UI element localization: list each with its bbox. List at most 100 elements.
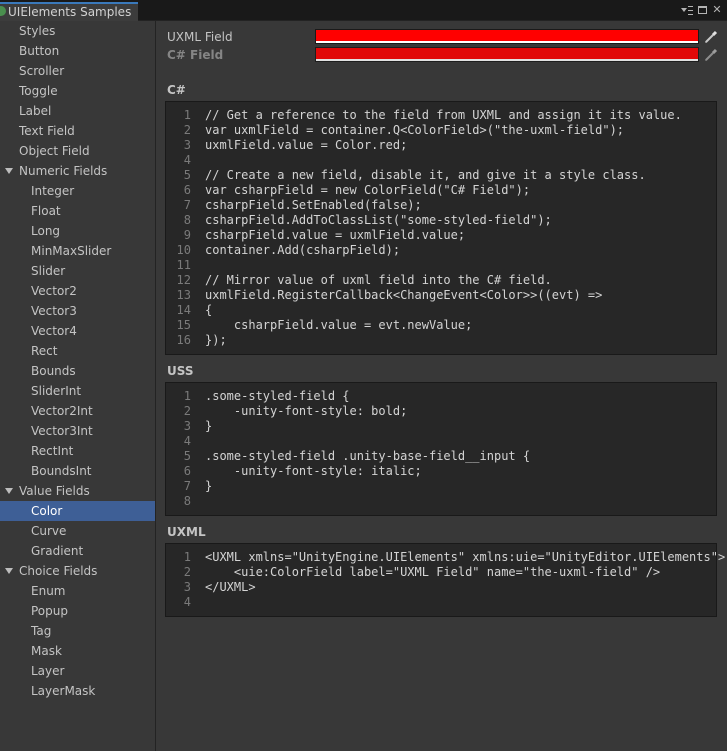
sidebar-item-integer[interactable]: Integer bbox=[0, 181, 155, 201]
sidebar-item-float[interactable]: Float bbox=[0, 201, 155, 221]
line-number: 11 bbox=[176, 258, 191, 272]
code-line: 11 bbox=[166, 258, 716, 273]
code-text: uxmlField.value = Color.red; bbox=[205, 138, 408, 152]
sidebar-item-mask[interactable]: Mask bbox=[0, 641, 155, 661]
line-number: 1 bbox=[183, 108, 191, 122]
code-line: 1 <UXML xmlns="UnityEngine.UIElements" xm… bbox=[166, 550, 725, 565]
eyedropper-icon bbox=[704, 48, 718, 62]
sidebar-item-sliderint[interactable]: SliderInt bbox=[0, 381, 155, 401]
sidebar-item-enum[interactable]: Enum bbox=[0, 581, 155, 601]
sidebar-item-label[interactable]: Label bbox=[0, 101, 155, 121]
sidebar-item-bounds[interactable]: Bounds bbox=[0, 361, 155, 381]
code-line: 3} bbox=[166, 419, 716, 434]
sidebar-item-vector3[interactable]: Vector3 bbox=[0, 301, 155, 321]
sidebar-item-label: Choice Fields bbox=[19, 564, 98, 578]
expand-caret-icon[interactable] bbox=[5, 488, 13, 494]
sidebar-item-rect[interactable]: Rect bbox=[0, 341, 155, 361]
uxml-color-swatch[interactable] bbox=[315, 29, 699, 44]
code-line: 6 -unity-font-style: italic; bbox=[166, 464, 716, 479]
code-text: <uie:ColorField label="UXML Field" name=… bbox=[205, 565, 661, 579]
code-line: 9 csharpField.value = uxmlField.value; bbox=[166, 228, 716, 243]
csharp-section-title: C# bbox=[167, 83, 186, 97]
sidebar-item-gradient[interactable]: Gradient bbox=[0, 541, 155, 561]
code-line: 3 uxmlField.value = Color.red; bbox=[166, 138, 716, 153]
sidebar-item-text-field[interactable]: Text Field bbox=[0, 121, 155, 141]
sidebar-item-vector3int[interactable]: Vector3Int bbox=[0, 421, 155, 441]
main-content: UXML Field C# Field C# 1 // Get a referen… bbox=[157, 21, 727, 751]
eyedropper-icon[interactable] bbox=[703, 29, 719, 45]
sidebar-item-label: Enum bbox=[31, 584, 66, 598]
sidebar-item-minmaxslider[interactable]: MinMaxSlider bbox=[0, 241, 155, 261]
line-number: 8 bbox=[183, 213, 191, 227]
line-number: 8 bbox=[183, 494, 191, 508]
close-icon[interactable]: ✕ bbox=[711, 3, 723, 17]
sidebar-item-rectint[interactable]: RectInt bbox=[0, 441, 155, 461]
code-text: uxmlField.RegisterCallback<ChangeEvent<C… bbox=[205, 288, 603, 302]
expand-caret-icon[interactable] bbox=[5, 568, 13, 574]
uss-code-block: 1 .some-styled-field {2 -unity-font-style… bbox=[165, 382, 717, 516]
code-line: 4 bbox=[166, 153, 716, 168]
sidebar-item-styles[interactable]: Styles bbox=[0, 21, 155, 41]
line-number: 1 bbox=[183, 389, 191, 403]
sidebar-item-slider[interactable]: Slider bbox=[0, 261, 155, 281]
menu-icon[interactable] bbox=[681, 3, 693, 17]
code-text: { bbox=[205, 303, 213, 317]
code-text: // Mirror value of uxml field into the C… bbox=[205, 273, 552, 287]
sidebar-item-label: Slider bbox=[31, 264, 66, 278]
sidebar-item-label: Object Field bbox=[19, 144, 90, 158]
sidebar-item-label: SliderInt bbox=[31, 384, 82, 398]
code-text: var csharpField = new ColorField("C# Fie… bbox=[205, 183, 531, 197]
code-text: </UXML> bbox=[205, 580, 256, 594]
sidebar-item-label: LayerMask bbox=[31, 684, 96, 698]
line-number: 7 bbox=[183, 198, 191, 212]
code-line: 12 // Mirror value of uxml field into the… bbox=[166, 273, 716, 288]
sidebar-item-label: Color bbox=[31, 504, 63, 518]
code-text: csharpField.AddToClassList("some-styled-… bbox=[205, 213, 552, 227]
uxml-code-block: 1 <UXML xmlns="UnityEngine.UIElements" xm… bbox=[165, 543, 725, 617]
sidebar-item-label: Tag bbox=[31, 624, 52, 638]
sidebar-item-numeric-fields[interactable]: Numeric Fields bbox=[0, 161, 155, 181]
sidebar-item-layermask[interactable]: LayerMask bbox=[0, 681, 155, 701]
sidebar-item-tag[interactable]: Tag bbox=[0, 621, 155, 641]
sidebar-item-scroller[interactable]: Scroller bbox=[0, 61, 155, 81]
sidebar-item-value-fields[interactable]: Value Fields bbox=[0, 481, 155, 501]
line-number: 1 bbox=[183, 550, 191, 564]
expand-caret-icon[interactable] bbox=[5, 168, 13, 174]
window-tab[interactable]: UIElements Samples bbox=[0, 2, 138, 21]
sidebar-item-color[interactable]: Color bbox=[0, 501, 155, 521]
sidebar-item-popup[interactable]: Popup bbox=[0, 601, 155, 621]
sidebar-item-choice-fields[interactable]: Choice Fields bbox=[0, 561, 155, 581]
sidebar-item-label: Numeric Fields bbox=[19, 164, 108, 178]
sidebar-item-label: Rect bbox=[31, 344, 58, 358]
sidebar-item-object-field[interactable]: Object Field bbox=[0, 141, 155, 161]
code-text: container.Add(csharpField); bbox=[205, 243, 401, 257]
code-text: .some-styled-field .unity-base-field__in… bbox=[205, 449, 531, 463]
uss-section-title: USS bbox=[167, 364, 194, 378]
line-number: 4 bbox=[183, 153, 191, 167]
sidebar-item-label: Toggle bbox=[19, 84, 58, 98]
sidebar-item-label: Vector3Int bbox=[31, 424, 93, 438]
sidebar-item-curve[interactable]: Curve bbox=[0, 521, 155, 541]
sidebar-item-toggle[interactable]: Toggle bbox=[0, 81, 155, 101]
line-number: 3 bbox=[183, 138, 191, 152]
sidebar-item-label: Text Field bbox=[19, 124, 75, 138]
code-line: 7 csharpField.SetEnabled(false); bbox=[166, 198, 716, 213]
code-line: 1 // Get a reference to the field from UX… bbox=[166, 108, 716, 123]
sidebar-item-label: Bounds bbox=[31, 364, 76, 378]
sidebar-item-vector4[interactable]: Vector4 bbox=[0, 321, 155, 341]
sidebar-item-long[interactable]: Long bbox=[0, 221, 155, 241]
sidebar-item-boundsint[interactable]: BoundsInt bbox=[0, 461, 155, 481]
code-line: 5 .some-styled-field .unity-base-field__i… bbox=[166, 449, 716, 464]
code-line: 8 csharpField.AddToClassList("some-styled… bbox=[166, 213, 716, 228]
sidebar-item-label: Popup bbox=[31, 604, 68, 618]
line-number: 13 bbox=[176, 288, 191, 302]
line-number: 15 bbox=[176, 318, 191, 332]
maximize-icon[interactable] bbox=[696, 3, 708, 17]
sidebar-item-vector2[interactable]: Vector2 bbox=[0, 281, 155, 301]
sidebar-item-button[interactable]: Button bbox=[0, 41, 155, 61]
sidebar-item-layer[interactable]: Layer bbox=[0, 661, 155, 681]
sidebar-item-label: Styles bbox=[19, 24, 56, 38]
sidebar-item-label: Value Fields bbox=[19, 484, 90, 498]
sidebar-item-vector2int[interactable]: Vector2Int bbox=[0, 401, 155, 421]
sidebar-item-label: RectInt bbox=[31, 444, 74, 458]
